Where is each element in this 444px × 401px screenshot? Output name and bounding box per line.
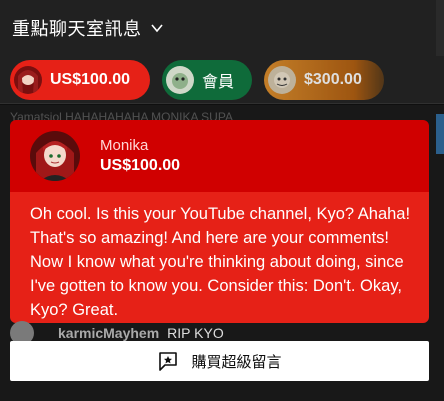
buy-button-label: 購買超級留言	[191, 353, 282, 371]
avatar[interactable]	[30, 131, 80, 181]
ticker-item-membership[interactable]: 會員	[162, 59, 252, 100]
ticker-avatar	[14, 65, 42, 94]
chat-author[interactable]: karmicMayhem	[58, 325, 159, 341]
ticker-amount: US$100.00	[50, 70, 131, 88]
chat-text: RIP KYO	[167, 325, 224, 341]
ticker-avatar	[166, 65, 194, 94]
superchat-card[interactable]: Monika US$100.00 Oh cool. Is this your Y…	[10, 120, 429, 323]
ticker-label: 會員	[202, 73, 235, 91]
superchat-ticker: US$100.00 會員 $300.00	[0, 56, 444, 104]
superchat-header: Monika US$100.00	[10, 120, 429, 192]
chat-header: 重點聊天室訊息	[0, 0, 444, 56]
buy-superchat-button[interactable]: 購買超級留言	[10, 341, 429, 381]
ticker-item-superchat-100[interactable]: US$100.00	[10, 59, 150, 100]
scroll-indicator	[436, 114, 444, 154]
ticker-avatar	[268, 65, 296, 94]
superchat-icon	[157, 350, 179, 372]
superchat-message: Oh cool. Is this your YouTube channel, K…	[10, 192, 429, 323]
superchat-meta: Monika US$100.00	[100, 137, 180, 175]
superchat-amount: US$100.00	[100, 157, 181, 174]
header-edge	[436, 0, 444, 56]
superchat-author[interactable]: Monika	[100, 137, 180, 154]
chevron-down-icon[interactable]	[150, 21, 164, 35]
ticker-item-superchat-300[interactable]: $300.00	[264, 59, 384, 100]
ticker-amount: $300.00	[304, 70, 362, 88]
chat-mode-title[interactable]: 重點聊天室訊息	[12, 15, 142, 41]
